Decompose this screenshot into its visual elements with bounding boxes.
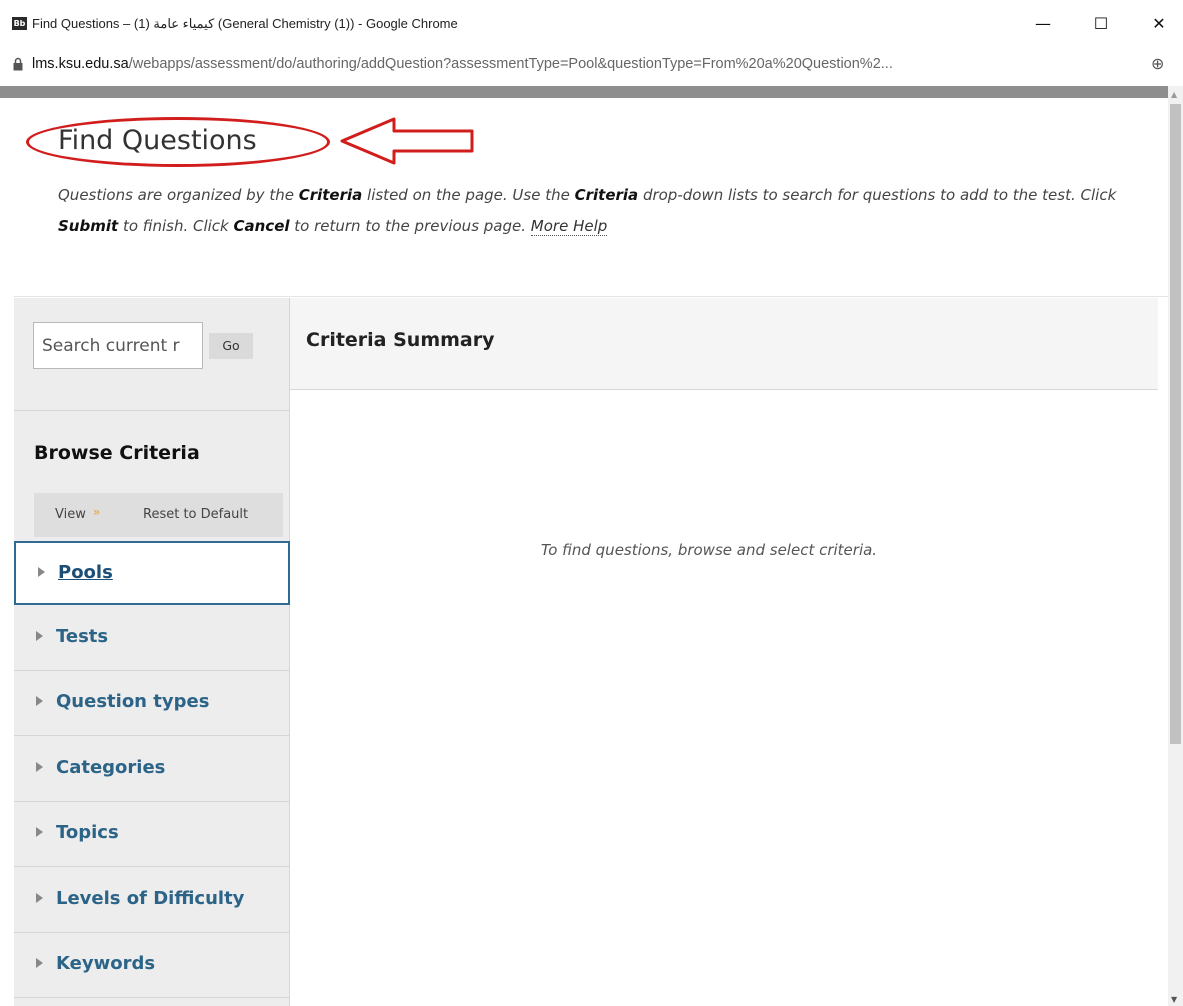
address-bar[interactable]: lms.ksu.edu.sa/webapps/assessment/do/aut…	[0, 46, 1183, 86]
criteria-item-label[interactable]: Categories	[56, 757, 165, 778]
go-button[interactable]: Go	[209, 333, 253, 359]
criteria-item-label[interactable]: Pools	[58, 562, 113, 583]
criteria-item-label[interactable]: Topics	[56, 822, 119, 843]
browse-criteria-heading: Browse Criteria	[34, 442, 200, 464]
expand-triangle-icon	[36, 631, 43, 641]
double-chevron-down-icon[interactable]: »	[93, 505, 100, 519]
scroll-up-icon[interactable]: ▲	[1171, 90, 1177, 99]
criteria-item-label[interactable]: Tests	[56, 626, 108, 647]
expand-triangle-icon	[36, 827, 43, 837]
maximize-button[interactable]: ☐	[1078, 8, 1124, 40]
annotation-ellipse	[26, 117, 330, 167]
window-title: Find Questions – (1) كيمياء عامة (Genera…	[32, 16, 458, 31]
criteria-item-question-types[interactable]: Question types	[14, 672, 290, 736]
criteria-item-label[interactable]: Levels of Difficulty	[56, 888, 244, 909]
blackboard-favicon-icon: Bb	[12, 17, 27, 30]
criteria-item-levels-of-difficulty[interactable]: Levels of Difficulty	[14, 869, 290, 933]
url-path: /webapps/assessment/do/authoring/addQues…	[128, 56, 893, 72]
search-input[interactable]: Search current r	[33, 322, 203, 369]
criteria-summary-title: Criteria Summary	[306, 329, 495, 351]
zoom-icon[interactable]: ⊕	[1151, 54, 1164, 73]
url-host: lms.ksu.edu.sa	[32, 56, 129, 72]
url-text[interactable]: lms.ksu.edu.sa/webapps/assessment/do/aut…	[32, 56, 893, 72]
criteria-summary-header: Criteria Summary	[290, 298, 1158, 390]
reset-to-default-button[interactable]: Reset to Default	[143, 507, 248, 522]
browser-title-bar: Bb Find Questions – (1) كيمياء عامة (Gen…	[0, 0, 1183, 46]
expand-triangle-icon	[36, 893, 43, 903]
close-button[interactable]: ✕	[1136, 8, 1182, 40]
scroll-down-icon[interactable]: ▼	[1171, 995, 1177, 1004]
expand-triangle-icon	[38, 567, 45, 577]
page-top-band	[0, 86, 1168, 98]
divider	[14, 296, 1168, 297]
minimize-button[interactable]: —	[1020, 8, 1066, 40]
criteria-item-topics[interactable]: Topics	[14, 803, 290, 867]
expand-triangle-icon	[36, 762, 43, 772]
expand-triangle-icon	[36, 696, 43, 706]
expand-triangle-icon	[36, 958, 43, 968]
criteria-item-keywords[interactable]: Keywords	[14, 934, 290, 998]
criteria-item-tests[interactable]: Tests	[14, 607, 290, 671]
page-content: Find Questions Questions are organized b…	[0, 98, 1168, 1006]
page-instructions: Questions are organized by the Criteria …	[58, 186, 1117, 236]
criteria-item-categories[interactable]: Categories	[14, 738, 290, 802]
empty-state-message: To find questions, browse and select cri…	[540, 541, 878, 559]
more-help-link[interactable]: More Help	[530, 217, 608, 236]
lock-icon	[13, 57, 23, 71]
divider	[14, 410, 289, 411]
vertical-scrollbar[interactable]: ▲ ▼	[1168, 86, 1183, 1006]
criteria-item-label[interactable]: Question types	[56, 691, 209, 712]
browse-sidebar: Search current r Go Browse Criteria View…	[14, 298, 290, 1006]
annotation-arrow-icon	[340, 117, 474, 165]
scrollbar-thumb[interactable]	[1170, 104, 1181, 744]
view-toolbar: View » Reset to Default	[34, 493, 283, 537]
view-menu-button[interactable]: View	[55, 507, 86, 522]
criteria-item-label[interactable]: Keywords	[56, 953, 155, 974]
criteria-item-pools[interactable]: Pools	[14, 541, 290, 605]
